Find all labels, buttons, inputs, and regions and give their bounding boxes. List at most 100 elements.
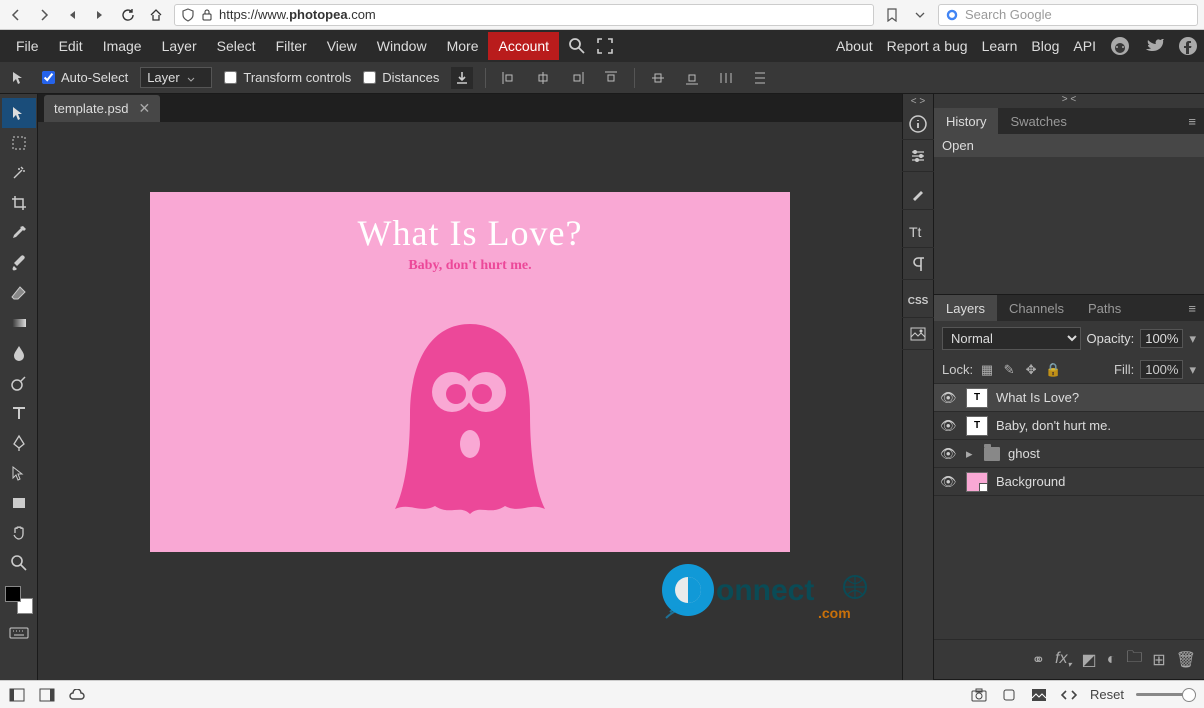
hand-tool[interactable] bbox=[2, 518, 36, 548]
menu-about[interactable]: About bbox=[836, 38, 873, 54]
layer-dropdown[interactable]: Layer bbox=[140, 67, 212, 88]
panel-toggle-icon[interactable] bbox=[38, 686, 56, 704]
menu-learn[interactable]: Learn bbox=[982, 38, 1018, 54]
zoom-tool[interactable] bbox=[2, 548, 36, 578]
eye-icon[interactable]: 👁 bbox=[940, 390, 958, 406]
brush-settings-icon[interactable] bbox=[902, 178, 934, 210]
sliders-icon[interactable] bbox=[902, 140, 934, 172]
menu-account[interactable]: Account bbox=[488, 32, 559, 60]
eraser-tool[interactable] bbox=[2, 278, 36, 308]
reset-button[interactable]: Reset bbox=[1090, 687, 1124, 702]
tab-layers[interactable]: Layers bbox=[934, 295, 997, 321]
code-icon[interactable] bbox=[1060, 686, 1078, 704]
fullscreen-icon[interactable] bbox=[595, 36, 615, 56]
align-top-icon[interactable] bbox=[600, 67, 622, 89]
cloud-icon[interactable] bbox=[68, 686, 86, 704]
mask-icon[interactable]: ◩ bbox=[1081, 650, 1096, 670]
link-icon[interactable]: ⚭ bbox=[1032, 650, 1045, 670]
sidebar-toggle-icon[interactable] bbox=[8, 686, 26, 704]
tab-paths[interactable]: Paths bbox=[1076, 295, 1133, 321]
menu-filter[interactable]: Filter bbox=[266, 32, 317, 60]
reddit-icon[interactable] bbox=[1110, 36, 1130, 56]
zoom-slider[interactable] bbox=[1136, 693, 1196, 696]
eyedropper-tool[interactable] bbox=[2, 218, 36, 248]
twitter-icon[interactable] bbox=[1144, 36, 1164, 56]
layer-row[interactable]: 👁 ▸ ghost bbox=[934, 440, 1204, 468]
transform-check[interactable]: Transform controls bbox=[224, 70, 351, 85]
menu-window[interactable]: Window bbox=[367, 32, 437, 60]
chevron-right-icon[interactable]: ▸ bbox=[966, 446, 976, 462]
crop-tool[interactable] bbox=[2, 188, 36, 218]
info-icon[interactable] bbox=[902, 108, 934, 140]
blur-tool[interactable] bbox=[2, 338, 36, 368]
distribute-v-icon[interactable] bbox=[749, 67, 771, 89]
character-icon[interactable]: Tt bbox=[902, 216, 934, 248]
forward-icon[interactable] bbox=[34, 5, 54, 25]
foreground-color[interactable] bbox=[5, 586, 21, 602]
home-icon[interactable] bbox=[146, 5, 166, 25]
search-icon[interactable] bbox=[567, 36, 587, 56]
layer-row[interactable]: 👁 T What Is Love? bbox=[934, 384, 1204, 412]
lock-move-icon[interactable]: ✥ bbox=[1023, 362, 1039, 378]
menu-image[interactable]: Image bbox=[93, 32, 152, 60]
brush-tool[interactable] bbox=[2, 248, 36, 278]
expand-right-icon[interactable]: > < bbox=[934, 94, 1204, 108]
back-icon[interactable] bbox=[6, 5, 26, 25]
keyboard-icon[interactable] bbox=[2, 618, 36, 648]
path-select-tool[interactable] bbox=[2, 458, 36, 488]
artwork-canvas[interactable]: What Is Love? Baby, don't hurt me. bbox=[150, 192, 790, 552]
last-icon[interactable] bbox=[90, 5, 110, 25]
eye-icon[interactable]: 👁 bbox=[940, 446, 958, 462]
fx-icon[interactable]: fx▾ bbox=[1055, 650, 1071, 669]
align-hcenter-icon[interactable] bbox=[532, 67, 554, 89]
menu-file[interactable]: File bbox=[6, 32, 49, 60]
camera-icon[interactable] bbox=[970, 686, 988, 704]
file-tab[interactable]: template.psd ✕ bbox=[44, 95, 160, 122]
wand-tool[interactable] bbox=[2, 158, 36, 188]
expand-left-icon[interactable]: < > bbox=[903, 94, 933, 108]
fill-value[interactable]: 100% bbox=[1140, 360, 1183, 379]
search-box[interactable]: Search Google bbox=[938, 4, 1198, 26]
eye-icon[interactable]: 👁 bbox=[940, 474, 958, 490]
menu-report[interactable]: Report a bug bbox=[887, 38, 968, 54]
chevron-down-icon[interactable]: ▾ bbox=[1189, 362, 1196, 378]
pen-tool[interactable] bbox=[2, 428, 36, 458]
url-bar[interactable]: https://www.photopea.com bbox=[174, 4, 874, 26]
crop-mode-icon[interactable] bbox=[1000, 686, 1018, 704]
tab-history[interactable]: History bbox=[934, 108, 998, 134]
first-icon[interactable] bbox=[62, 5, 82, 25]
panel-menu-icon[interactable]: ≡ bbox=[1180, 301, 1204, 316]
move-tool[interactable] bbox=[2, 98, 36, 128]
opacity-value[interactable]: 100% bbox=[1140, 329, 1183, 348]
distances-check[interactable]: Distances bbox=[363, 70, 439, 85]
distribute-h-icon[interactable] bbox=[715, 67, 737, 89]
menu-layer[interactable]: Layer bbox=[152, 32, 207, 60]
facebook-icon[interactable] bbox=[1178, 36, 1198, 56]
adjustment-icon[interactable]: ◐ bbox=[1107, 651, 1117, 669]
color-swatches[interactable] bbox=[5, 586, 33, 614]
reload-icon[interactable] bbox=[118, 5, 138, 25]
chevron-down-icon[interactable] bbox=[910, 5, 930, 25]
tab-swatches[interactable]: Swatches bbox=[998, 108, 1078, 134]
download-icon[interactable] bbox=[451, 67, 473, 89]
align-left-icon[interactable] bbox=[498, 67, 520, 89]
trash-icon[interactable]: 🗑 bbox=[1176, 650, 1196, 670]
align-vcenter-icon[interactable] bbox=[647, 67, 669, 89]
lock-brush-icon[interactable]: ✎ bbox=[1001, 362, 1017, 378]
layer-row[interactable]: 👁 Background bbox=[934, 468, 1204, 496]
bookmark-icon[interactable] bbox=[882, 5, 902, 25]
align-bottom-icon[interactable] bbox=[681, 67, 703, 89]
css-icon[interactable]: CSS bbox=[902, 286, 934, 318]
tab-channels[interactable]: Channels bbox=[997, 295, 1076, 321]
paragraph-icon[interactable] bbox=[902, 248, 934, 280]
chevron-down-icon[interactable]: ▾ bbox=[1189, 331, 1196, 347]
eye-icon[interactable]: 👁 bbox=[940, 418, 958, 434]
menu-view[interactable]: View bbox=[317, 32, 367, 60]
align-right-icon[interactable] bbox=[566, 67, 588, 89]
new-layer-icon[interactable]: ⊞ bbox=[1152, 650, 1165, 670]
text-tool[interactable] bbox=[2, 398, 36, 428]
panel-menu-icon[interactable]: ≡ bbox=[1180, 114, 1204, 129]
history-item-open[interactable]: Open bbox=[934, 134, 1204, 157]
marquee-tool[interactable] bbox=[2, 128, 36, 158]
image-icon[interactable] bbox=[902, 318, 934, 350]
